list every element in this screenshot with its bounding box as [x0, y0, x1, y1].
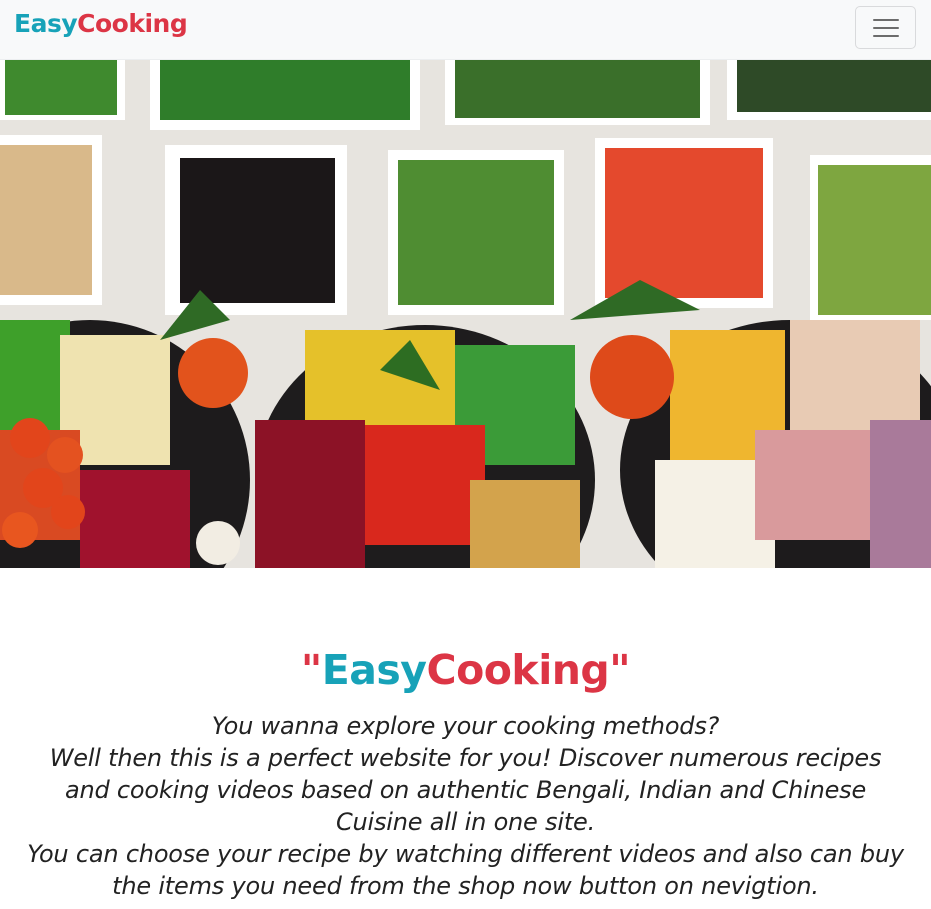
- title-part-easy: Easy: [321, 646, 427, 694]
- title-part-cooking: Cooking: [426, 646, 610, 694]
- hero-image: [0, 60, 931, 568]
- intro-line-3: You can choose your recipe by watching d…: [27, 840, 904, 900]
- title-quote-open: ": [300, 646, 322, 694]
- brand-part-cooking: Cooking: [77, 9, 188, 38]
- page-title: "EasyCooking": [0, 640, 931, 700]
- intro-line-2: Well then this is a perfect website for …: [49, 744, 882, 836]
- intro-description: You wanna explore your cooking methods? …: [26, 710, 906, 902]
- intro-section: "EasyCooking" You wanna explore your coo…: [0, 640, 931, 902]
- title-quote-close: ": [609, 646, 631, 694]
- brand-logo-link[interactable]: EasyCooking: [14, 9, 188, 38]
- brand-part-easy: Easy: [14, 9, 78, 38]
- intro-line-1: You wanna explore your cooking methods?: [211, 712, 720, 740]
- navbar: EasyCooking: [0, 0, 931, 60]
- navbar-toggle-button[interactable]: [855, 6, 916, 49]
